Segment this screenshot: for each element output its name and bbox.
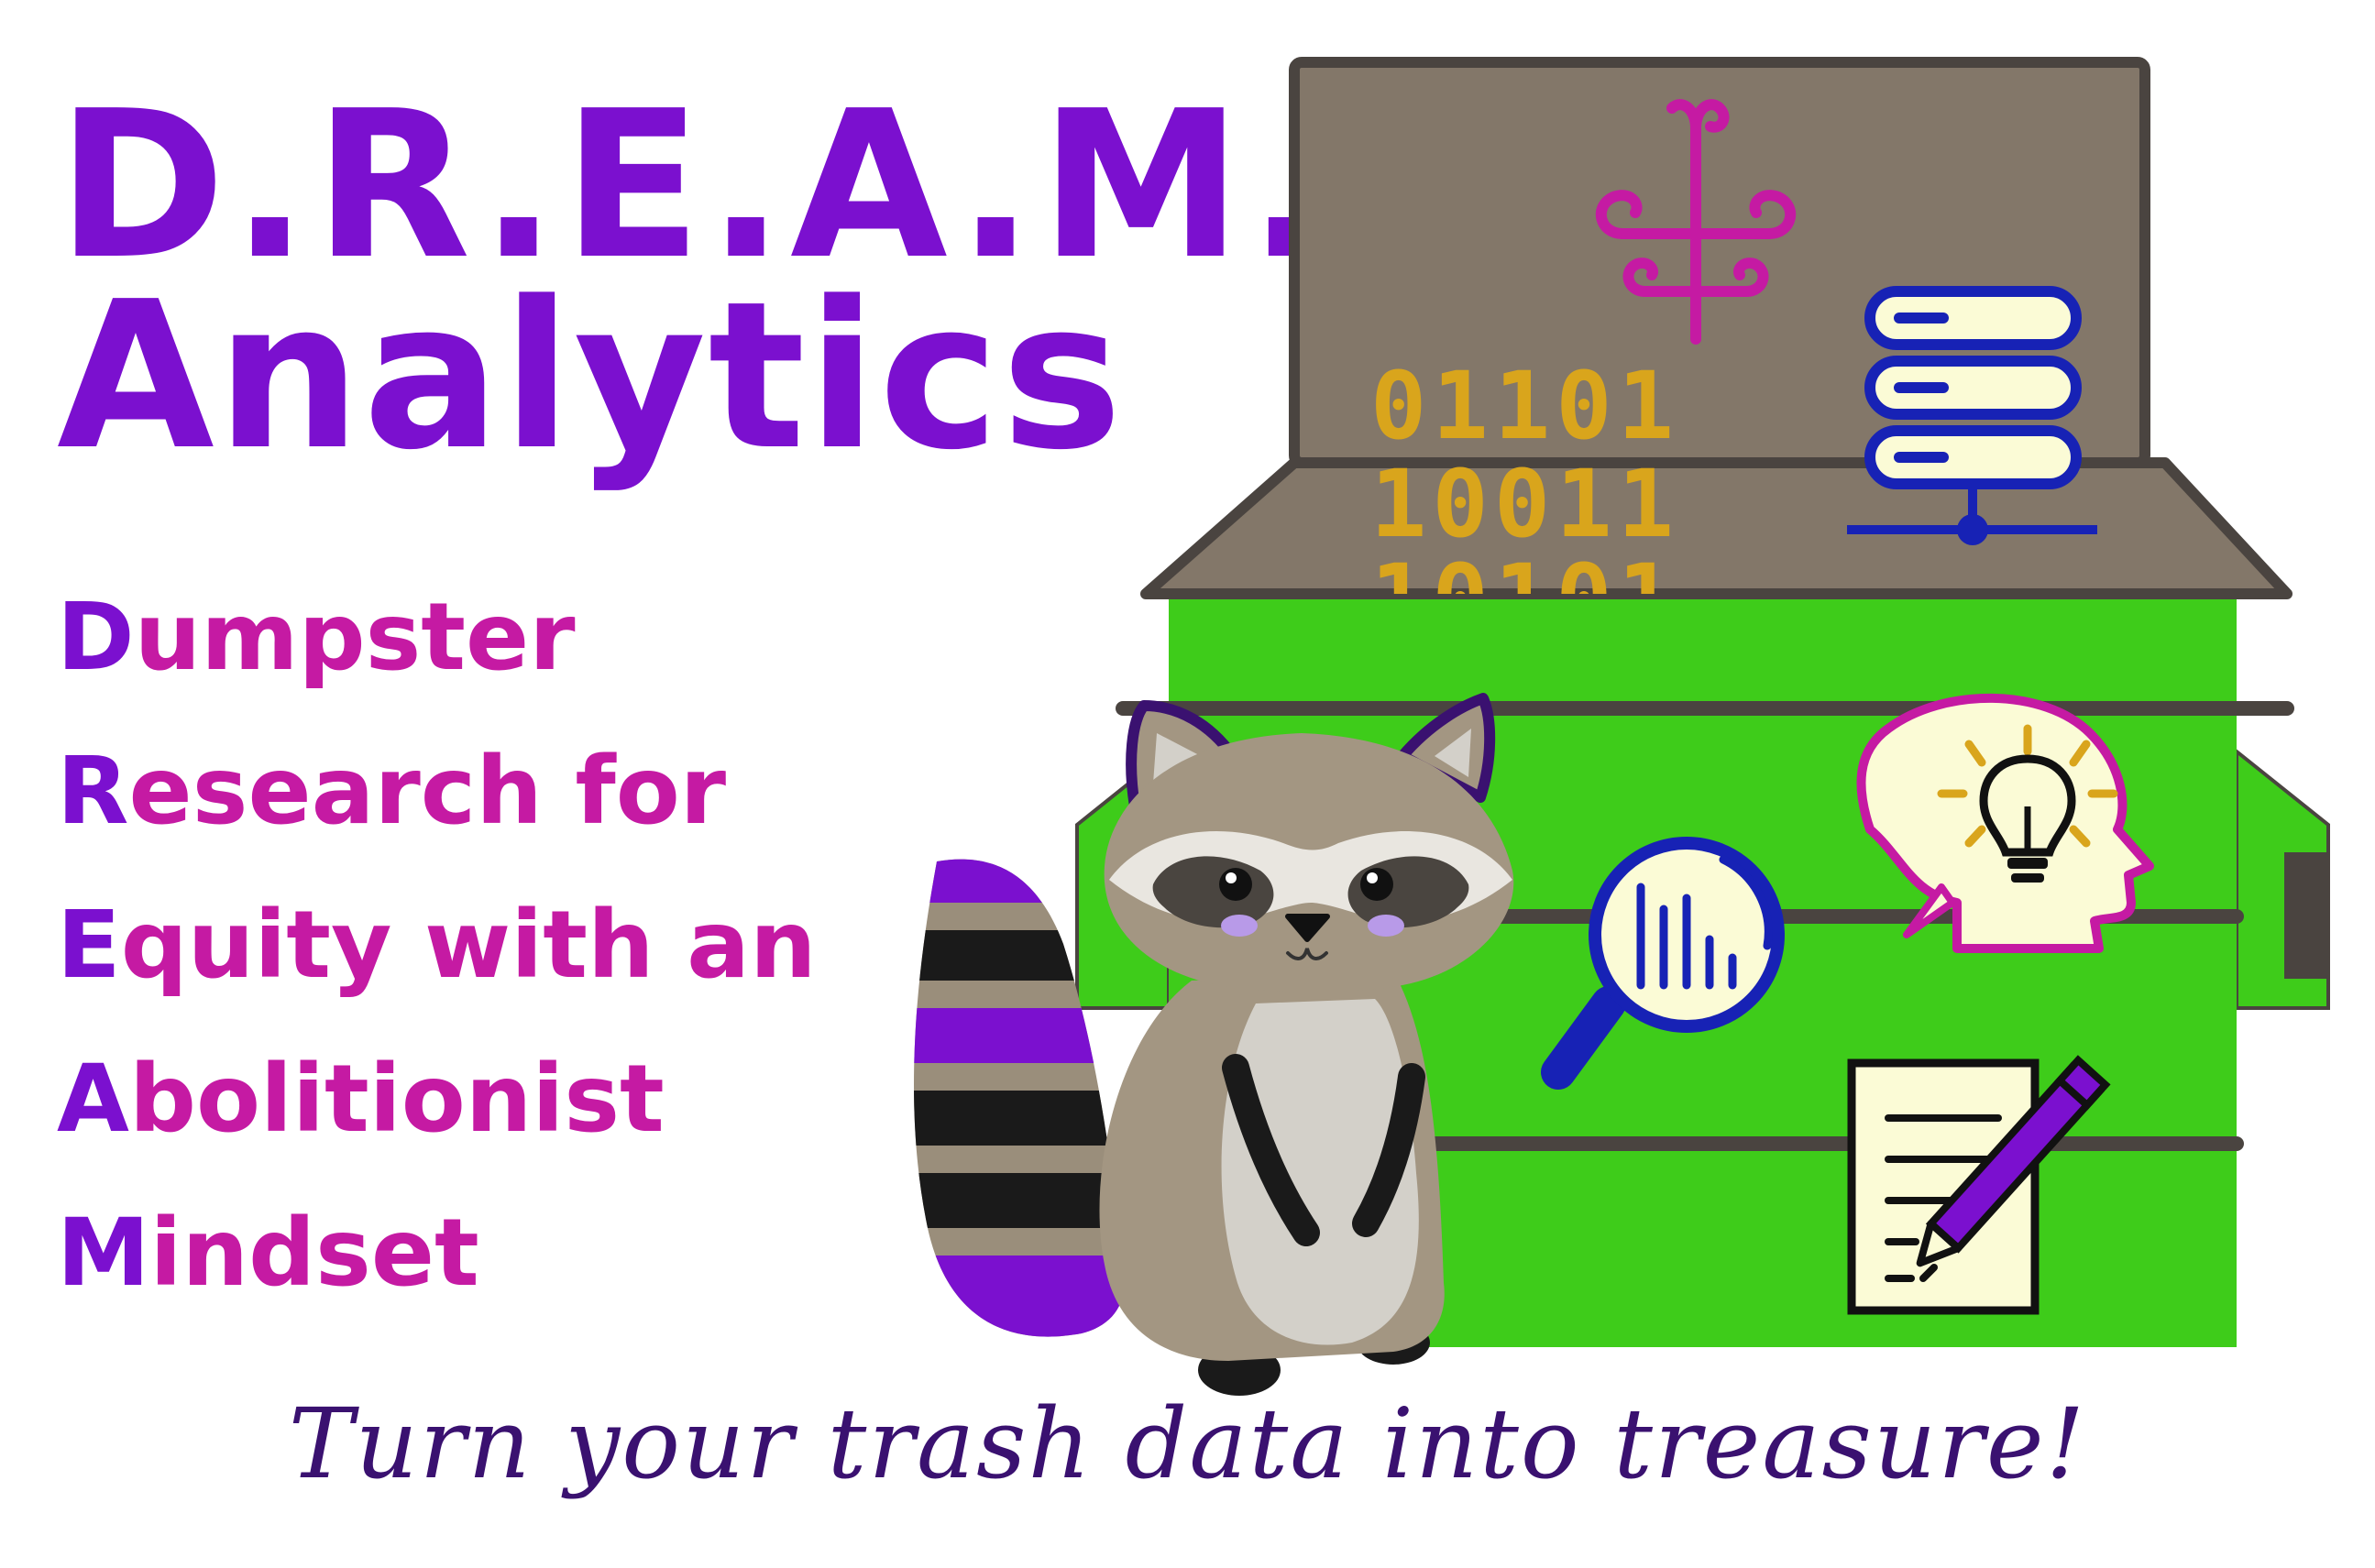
binary-row: 10011 xyxy=(1370,450,1679,559)
binary-row: 01101 xyxy=(1370,352,1679,461)
raccoon-cheek xyxy=(1368,915,1404,937)
tagline: Turn your trash data into treasure! xyxy=(288,1387,2087,1500)
raccoon-mascot xyxy=(914,693,1514,1396)
dumpster-handle xyxy=(2284,852,2328,979)
dumpster-top-interior xyxy=(1140,457,2293,599)
raccoon-eye xyxy=(1219,868,1252,901)
raccoon-cheek xyxy=(1221,915,1258,937)
illustration: 10101 01101 10011 xyxy=(914,57,2330,1396)
raccoon-eye xyxy=(1360,868,1393,901)
